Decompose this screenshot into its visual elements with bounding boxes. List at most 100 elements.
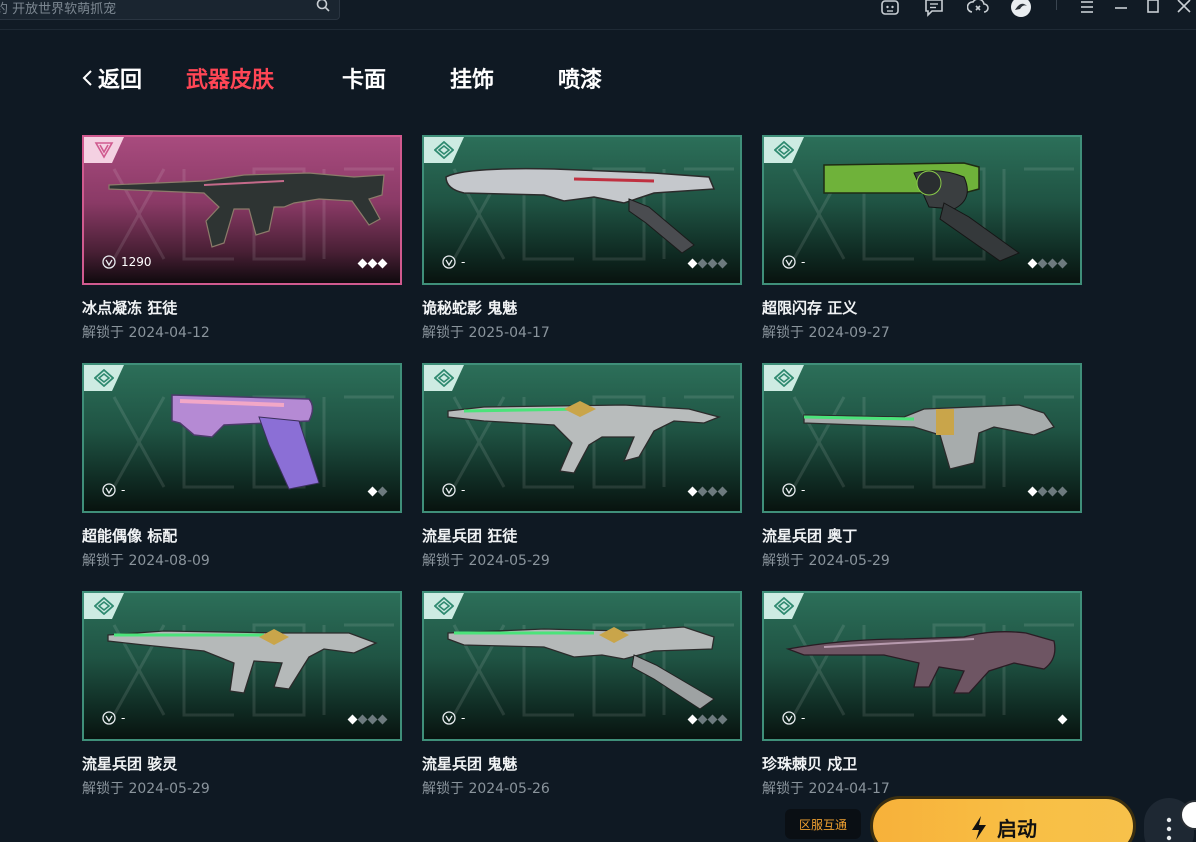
unlock-date: 解锁于 2024-05-29 <box>762 553 890 569</box>
chevron-left-icon <box>82 70 92 86</box>
upgrade-level <box>687 258 728 269</box>
skin-name: 超限闪存 正义 <box>762 299 858 317</box>
level-pip <box>707 486 718 497</box>
price-value: - <box>801 255 806 269</box>
skin-name: 流星兵团 鬼魅 <box>422 755 518 773</box>
level-pip <box>1057 486 1068 497</box>
level-pip <box>367 258 378 269</box>
price-tag: - <box>102 711 125 725</box>
launch-label: 启动 <box>997 817 1037 841</box>
price-value: - <box>801 483 806 497</box>
price-tag: - <box>782 483 805 497</box>
skin-card[interactable]: - 流星兵团 狂徒解锁于 2024-05-29 <box>422 363 742 570</box>
level-pip <box>377 714 388 725</box>
skin-thumbnail[interactable]: - <box>422 591 742 741</box>
level-pip <box>697 714 708 725</box>
unlock-date: 解锁于 2024-05-29 <box>82 781 210 797</box>
skin-thumbnail[interactable]: - <box>422 135 742 285</box>
level-pip <box>707 714 718 725</box>
tab-player-cards[interactable]: 卡面 <box>342 62 386 94</box>
tab-weapon-skins[interactable]: 武器皮肤 <box>186 62 274 94</box>
lightning-icon <box>972 815 986 840</box>
close-icon[interactable] <box>1173 0 1195 18</box>
skin-card[interactable]: - 诡秘蛇影 鬼魅解锁于 2025-04-17 <box>422 135 742 342</box>
unlock-date: 解锁于 2024-08-09 <box>82 553 210 569</box>
maximize-icon[interactable] <box>1142 0 1164 18</box>
search-box[interactable]: 约 开放世界软萌抓宠 <box>0 0 340 20</box>
skin-thumbnail[interactable]: - <box>762 135 1082 285</box>
skin-card[interactable]: - 珍珠棘贝 戍卫 解锁于 2024-04-17 <box>762 591 1082 798</box>
tab-buddies[interactable]: 挂饰 <box>450 62 494 94</box>
minimize-icon[interactable] <box>1110 0 1132 18</box>
unlock-date: 解锁于 2024-04-17 <box>762 781 890 797</box>
level-pip <box>707 258 718 269</box>
level-pip <box>347 714 358 725</box>
level-pip <box>717 258 728 269</box>
robot-icon[interactable] <box>879 0 901 18</box>
level-pip <box>367 486 378 497</box>
message-icon[interactable] <box>923 0 945 18</box>
region-badge[interactable]: 区服互通 <box>785 809 861 839</box>
skin-thumbnail[interactable]: - <box>422 363 742 513</box>
upgrade-level <box>367 486 388 497</box>
skin-card[interactable]: - 流星兵团 骇灵解锁于 2024-05-29 <box>82 591 402 798</box>
level-pip <box>1057 714 1068 725</box>
title-bar: 约 开放世界软萌抓宠 <box>0 0 1196 30</box>
avatar-icon[interactable] <box>1010 0 1032 18</box>
skin-name: 冰点凝冻 狂徒 <box>82 299 178 317</box>
price-value: - <box>121 711 126 725</box>
valorant-points-icon <box>442 711 456 725</box>
skin-name: 流星兵团 狂徒 <box>422 527 518 545</box>
skin-thumbnail[interactable]: - <box>762 591 1082 741</box>
price-tag: - <box>102 483 125 497</box>
cloud-swap-icon[interactable] <box>967 0 989 18</box>
search-icon[interactable] <box>315 0 331 13</box>
level-pip <box>1047 486 1058 497</box>
unlock-date: 解锁于 2025-04-17 <box>422 325 550 341</box>
skin-thumbnail[interactable]: - <box>82 591 402 741</box>
level-pip <box>1047 258 1058 269</box>
level-pip <box>1037 258 1048 269</box>
skin-thumbnail[interactable]: 1290 <box>82 135 402 285</box>
skin-thumbnail[interactable]: - <box>762 363 1082 513</box>
price-tag: 1290 <box>102 255 152 269</box>
valorant-points-icon <box>102 255 116 269</box>
price-tag: - <box>442 255 465 269</box>
tab-sprays[interactable]: 喷漆 <box>558 62 602 94</box>
level-pip <box>687 486 698 497</box>
valorant-points-icon <box>782 483 796 497</box>
price-value: - <box>461 255 466 269</box>
divider <box>1056 0 1057 10</box>
level-pip <box>717 714 728 725</box>
launch-button[interactable]: 启动 <box>870 796 1136 842</box>
valorant-points-icon <box>102 711 116 725</box>
unlock-date: 解锁于 2024-05-29 <box>422 553 550 569</box>
price-tag: - <box>442 711 465 725</box>
level-pip <box>367 714 378 725</box>
skin-card[interactable]: - 流星兵团 鬼魅 解锁于 2024-05-26 <box>422 591 742 798</box>
price-value: - <box>461 483 466 497</box>
level-pip <box>1057 258 1068 269</box>
level-pip <box>697 486 708 497</box>
upgrade-level <box>357 258 388 269</box>
skin-card[interactable]: - 超限闪存 正义 解锁于 2024-09-27 <box>762 135 1082 342</box>
level-pip <box>377 486 388 497</box>
skin-card[interactable]: - 超能偶像 标配解锁于 2024-08-09 <box>82 363 402 570</box>
search-input[interactable]: 约 开放世界软萌抓宠 <box>0 0 116 17</box>
upgrade-level <box>1027 486 1068 497</box>
skin-card[interactable]: - 流星兵团 奥丁解锁于 2024-05-29 <box>762 363 1082 570</box>
skin-name: 诡秘蛇影 鬼魅 <box>422 299 518 317</box>
back-button[interactable]: 返回 <box>80 62 142 94</box>
skin-card[interactable]: 1290 冰点凝冻 狂徒 解锁于 2024-04-12 <box>82 135 402 342</box>
price-value: 1290 <box>121 255 152 269</box>
skin-name: 超能偶像 标配 <box>82 527 178 545</box>
menu-icon[interactable] <box>1076 0 1098 18</box>
price-value: - <box>801 711 806 725</box>
level-pip <box>1037 486 1048 497</box>
skin-name: 流星兵团 奥丁 <box>762 527 858 545</box>
skin-thumbnail[interactable]: - <box>82 363 402 513</box>
valorant-points-icon <box>782 711 796 725</box>
skin-name: 流星兵团 骇灵 <box>82 755 178 773</box>
upgrade-level <box>687 486 728 497</box>
level-pip <box>1027 258 1038 269</box>
